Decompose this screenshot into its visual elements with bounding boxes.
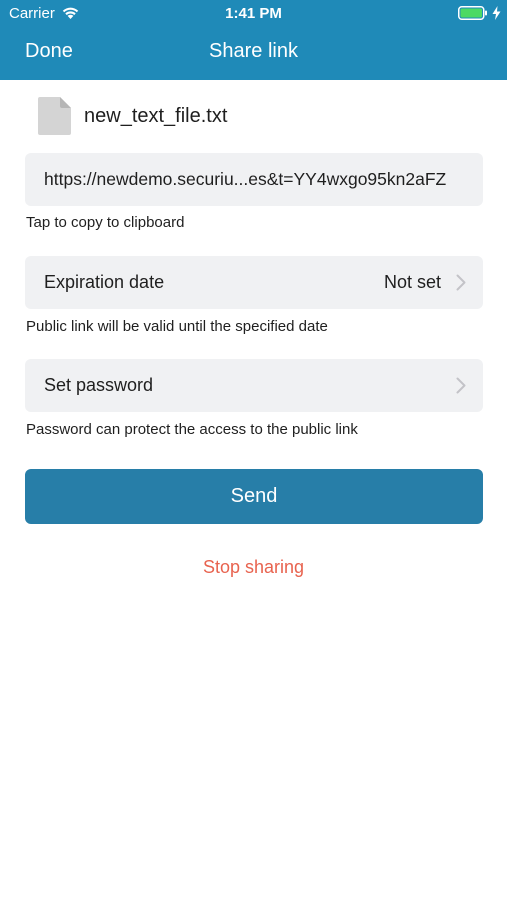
expiration-date-row[interactable]: Expiration date Not set [25,256,483,309]
set-password-label: Set password [44,375,154,395]
send-button[interactable]: Send [25,469,483,524]
share-link-screen: Carrier 1:41 PM Done Share link new_text [0,0,507,900]
file-name: new_text_file.txt [84,105,228,127]
header: Carrier 1:41 PM Done Share link [0,0,507,80]
expiration-hint: Public link will be valid until the spec… [26,318,328,335]
share-link-url: https://newdemo.securiu...es&t=YY4wxgo95… [44,169,447,189]
battery-icon [458,6,487,20]
page-title: Share link [209,40,298,62]
stop-sharing-button[interactable]: Stop sharing [0,557,507,578]
file-icon [38,97,71,135]
password-hint: Password can protect the access to the p… [26,421,358,438]
status-time: 1:41 PM [225,5,282,22]
set-password-row[interactable]: Set password [25,359,483,412]
chevron-right-icon [456,377,466,394]
copy-hint: Tap to copy to clipboard [26,214,185,231]
share-link-field[interactable]: https://newdemo.securiu...es&t=YY4wxgo95… [25,153,483,206]
chevron-right-icon [456,274,466,291]
expiration-date-label: Expiration date [44,272,165,292]
nav-bar: Done Share link [0,28,507,80]
bolt-icon [492,6,501,20]
expiration-date-value: Not set [383,272,441,292]
status-bar: Carrier 1:41 PM [0,0,507,28]
